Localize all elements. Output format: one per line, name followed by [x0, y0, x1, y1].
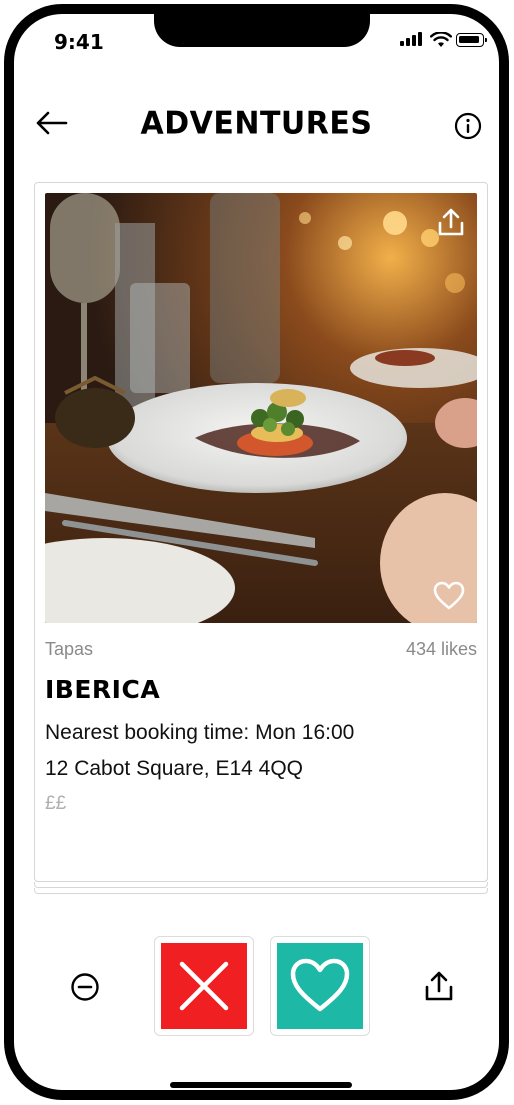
reject-button[interactable] — [154, 936, 254, 1036]
venue-photo — [45, 193, 477, 623]
wifi-icon — [430, 32, 452, 47]
cuisine-label: Tapas — [45, 639, 94, 659]
heart-icon[interactable] — [433, 581, 465, 611]
home-indicator — [170, 1082, 352, 1088]
card-stack: Tapas 434 likes IBERICA Nearest booking … — [34, 182, 488, 900]
venue-card[interactable]: Tapas 434 likes IBERICA Nearest booking … — [34, 182, 488, 882]
restaurant-food-photo — [45, 193, 477, 623]
heart-icon — [290, 958, 350, 1012]
like-button[interactable] — [270, 936, 370, 1036]
reject-button-fill — [161, 943, 247, 1029]
page-title: ADVENTURES — [140, 105, 373, 142]
notch — [154, 14, 370, 47]
share-icon[interactable] — [424, 970, 454, 1002]
price-level: ££ — [45, 793, 67, 814]
like-button-fill — [277, 943, 363, 1029]
signal-icon — [400, 32, 424, 46]
status-time: 9:41 — [54, 30, 104, 54]
battery-icon — [456, 33, 487, 47]
action-bar — [14, 930, 499, 1040]
info-icon[interactable] — [454, 112, 482, 140]
status-icons — [400, 32, 490, 48]
close-icon — [179, 961, 229, 1011]
likes-count: 434 likes — [405, 639, 477, 659]
booking-time: Nearest booking time: Mon 16:00 — [45, 721, 355, 744]
venue-address: 12 Cabot Square, E14 4QQ — [45, 757, 303, 780]
phone-frame: 9:41 ADVENTURES Tapas 434 likes IBERICA … — [4, 4, 509, 1100]
minus-circle-icon[interactable] — [70, 972, 100, 1002]
stacked-card-edge — [34, 882, 488, 888]
share-icon[interactable] — [437, 207, 465, 237]
venue-name: IBERICA — [45, 675, 161, 704]
stacked-card-edge — [34, 888, 488, 894]
